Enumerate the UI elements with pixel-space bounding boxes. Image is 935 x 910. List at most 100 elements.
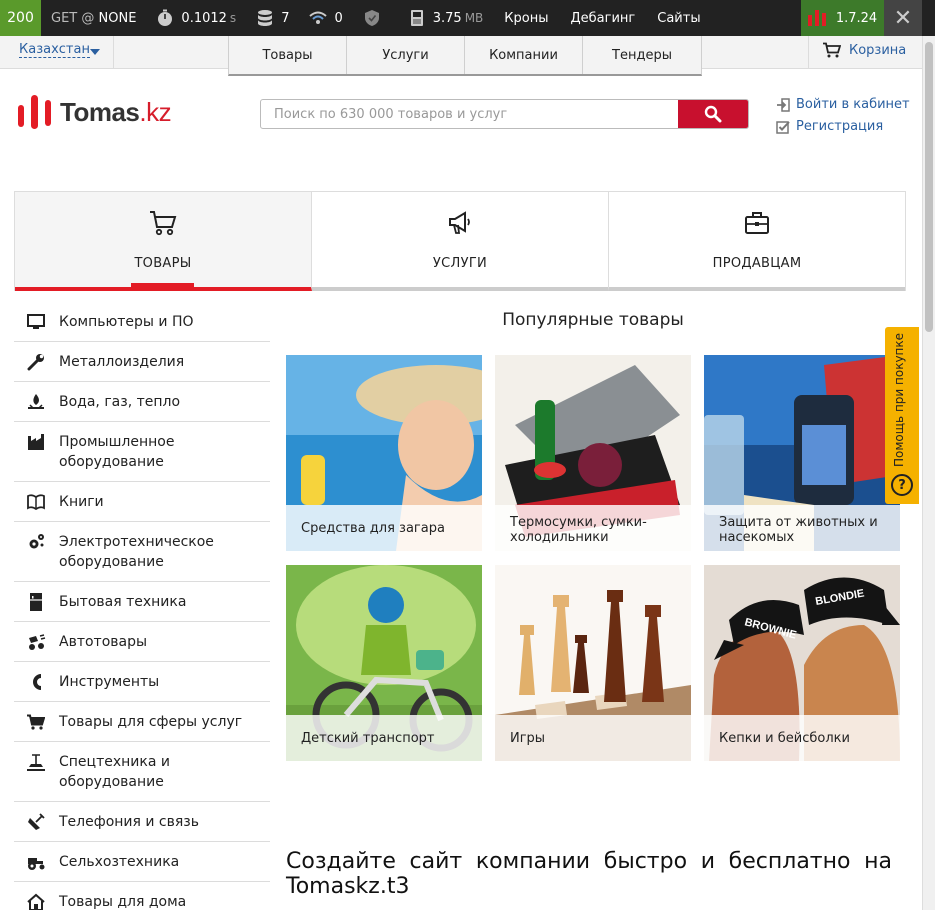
chevron-down-icon[interactable] xyxy=(90,49,100,55)
status-code[interactable]: 200 xyxy=(0,0,41,36)
debug-link-crons[interactable]: Кроны xyxy=(493,0,559,36)
product-card-insect-protection[interactable]: Защита от животных и насекомых xyxy=(704,355,900,551)
sidebar-item-books[interactable]: Книги xyxy=(14,482,270,522)
cart-label: Корзина xyxy=(849,42,907,58)
version-badge[interactable]: 1.7.24 xyxy=(801,0,884,36)
request-method: GET @ xyxy=(51,10,95,26)
sidebar-item-agri[interactable]: Сельхозтехника xyxy=(14,842,270,882)
debug-link-debugging[interactable]: Дебагинг xyxy=(560,0,647,36)
factory-icon xyxy=(26,432,46,452)
debug-link-sites[interactable]: Сайты xyxy=(646,0,711,36)
tab-goods-label: ТОВАРЫ xyxy=(134,256,192,271)
sidebar-item-label: Вода, газ, тепло xyxy=(59,394,181,410)
events-count: 0 xyxy=(334,10,343,26)
search-input[interactable] xyxy=(261,100,680,128)
sidebar-item-service-goods[interactable]: Товары для сферы услуг xyxy=(14,702,270,742)
region-selector[interactable]: Казахстан xyxy=(19,42,90,58)
checkbox-icon xyxy=(776,121,790,134)
scrollbar-thumb[interactable] xyxy=(925,42,933,332)
logo-text: Tomas.kz xyxy=(60,96,172,128)
product-card-kids-transport[interactable]: Детский транспорт xyxy=(286,565,482,761)
sidebar-item-electrical[interactable]: Электротехническое оборудование xyxy=(14,522,270,582)
product-card-games[interactable]: Игры xyxy=(495,565,691,761)
top-nav: Товары Услуги Компании Тендеры xyxy=(228,36,702,76)
cart-icon xyxy=(823,42,841,58)
sidebar-item-label: Бытовая техника xyxy=(59,594,187,610)
wifi-icon xyxy=(309,11,328,24)
magnet-icon xyxy=(26,672,46,692)
nav-tab-services[interactable]: Услуги xyxy=(347,36,465,74)
product-card-label: Защита от животных и насекомых xyxy=(704,505,900,551)
product-card-label: Кепки и бейсболки xyxy=(704,715,900,761)
cart-icon xyxy=(150,211,177,236)
search-icon xyxy=(704,105,722,123)
debug-toolbar: 200 GET @ NONE 0.1012 s 7 0 3.75 MB Кроны … xyxy=(0,0,935,36)
gears-icon xyxy=(26,532,46,552)
product-card-label: Игры xyxy=(495,715,691,761)
tab-services[interactable]: УСЛУГИ xyxy=(312,192,609,291)
db-panel[interactable]: 7 xyxy=(246,0,299,36)
tab-sellers[interactable]: ПРОДАВЦАМ xyxy=(609,192,905,291)
sidebar-item-metal[interactable]: Металлоизделия xyxy=(14,342,270,382)
tab-goods[interactable]: ТОВАРЫ xyxy=(15,192,312,291)
security-panel[interactable] xyxy=(353,0,398,36)
sidebar-item-label: Электротехническое оборудование xyxy=(59,534,214,570)
time-value: 0.1012 xyxy=(181,10,227,26)
product-card-sunscreen[interactable]: Средства для загара xyxy=(286,355,482,551)
product-card-cooler-bags[interactable]: Термосумки, сумки-холодильники xyxy=(495,355,691,551)
search-button[interactable] xyxy=(678,100,748,128)
house-icon xyxy=(26,892,46,910)
sidebar-item-label: Сельхозтехника xyxy=(59,854,180,870)
sidebar-item-tools[interactable]: Инструменты xyxy=(14,662,270,702)
sidebar-item-label: Инструменты xyxy=(59,674,160,690)
logo-main: Tomas xyxy=(60,96,140,127)
divider xyxy=(113,36,114,69)
close-debug-button[interactable]: ✕ xyxy=(884,0,922,36)
sidebar-item-telephony[interactable]: Телефония и связь xyxy=(14,802,270,842)
stopwatch-icon xyxy=(158,9,173,26)
fridge-icon xyxy=(26,592,46,612)
sidebar-item-appliances[interactable]: Бытовая техника xyxy=(14,582,270,622)
tab-sellers-label: ПРОДАВЦАМ xyxy=(712,256,802,271)
login-link[interactable]: Войти в кабинет xyxy=(776,94,910,116)
db-count: 7 xyxy=(281,10,290,26)
cart-link[interactable]: Корзина xyxy=(823,42,906,58)
sidebar-item-industrial[interactable]: Промышленное оборудование xyxy=(14,422,270,482)
category-tabs: ТОВАРЫ УСЛУГИ ПРОДАВЦАМ xyxy=(14,191,906,291)
wrench-icon xyxy=(26,352,46,372)
sidebar-item-label: Автотовары xyxy=(59,634,148,650)
briefcase-icon xyxy=(745,212,769,234)
tractor-icon xyxy=(26,852,46,872)
events-panel[interactable]: 0 xyxy=(299,0,352,36)
sidebar-item-special-machinery[interactable]: Спецтехника и оборудование xyxy=(14,742,270,802)
active-tab-marker xyxy=(131,283,194,287)
sidebar-item-water-gas[interactable]: Вода, газ, тепло xyxy=(14,382,270,422)
cart-icon xyxy=(26,712,46,732)
sidebar-item-label: Товары для дома xyxy=(59,894,187,910)
request-info[interactable]: GET @ NONE xyxy=(41,0,146,36)
help-tab[interactable]: Помощь при покупке ? xyxy=(885,327,919,504)
sidebar-item-label: Товары для сферы услуг xyxy=(59,714,243,730)
register-link[interactable]: Регистрация xyxy=(776,116,910,138)
memory-panel[interactable]: 3.75 MB xyxy=(398,0,494,36)
product-card-caps[interactable]: BROWNIE BLONDIE Кепки и бейсболки xyxy=(704,565,900,761)
logo-domain: .kz xyxy=(139,96,172,127)
nav-tab-companies[interactable]: Компании xyxy=(465,36,583,74)
help-tab-label: Помощь при покупке xyxy=(892,332,906,467)
nav-tab-tenders[interactable]: Тендеры xyxy=(583,36,701,74)
request-route: NONE xyxy=(98,10,137,26)
nav-tab-goods[interactable]: Товары xyxy=(229,36,347,74)
sidebar-item-auto[interactable]: Автотовары xyxy=(14,622,270,662)
satellite-icon xyxy=(26,812,46,832)
logo-mark-icon xyxy=(18,95,51,129)
tomas-logo-icon xyxy=(807,10,826,26)
sidebar-item-label: Промышленное оборудование xyxy=(59,434,175,470)
sidebar-item-computers[interactable]: Компьютеры и ПО xyxy=(14,302,270,342)
memory-icon xyxy=(410,10,423,26)
time-panel[interactable]: 0.1012 s xyxy=(146,0,246,36)
category-sidebar: Компьютеры и ПО Металлоизделия Вода, газ… xyxy=(14,302,270,910)
page-scrollbar[interactable] xyxy=(922,36,935,910)
sidebar-item-home[interactable]: Товары для дома xyxy=(14,882,270,910)
register-label: Регистрация xyxy=(796,119,884,134)
site-logo[interactable]: Tomas.kz xyxy=(18,95,172,129)
